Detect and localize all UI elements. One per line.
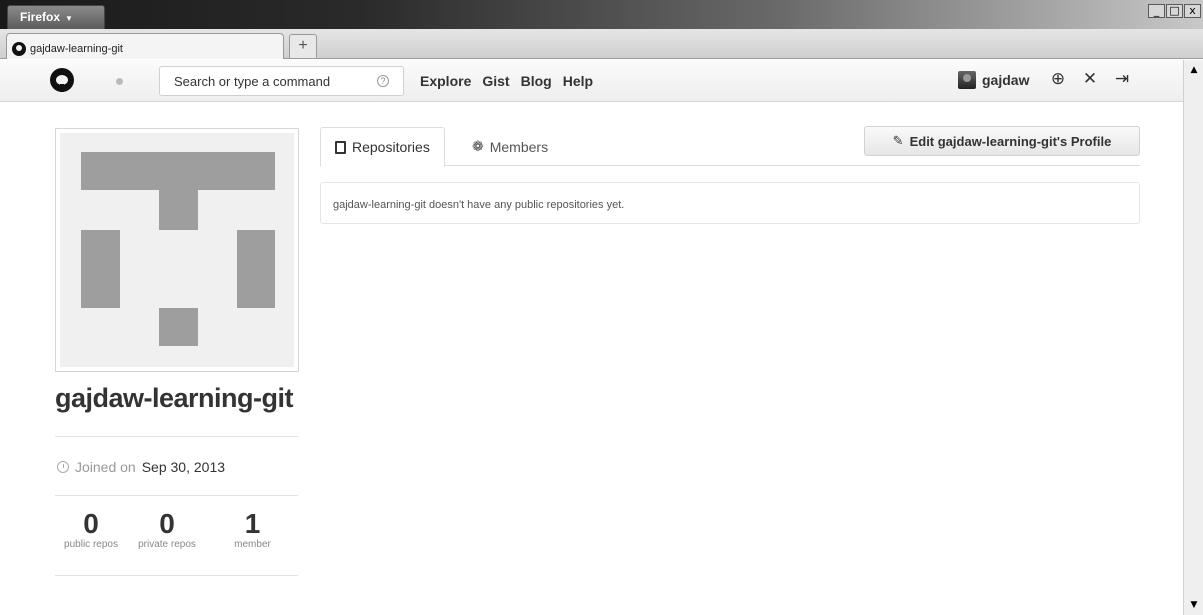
stats: 0 public repos 0 private repos 1 member (55, 508, 298, 551)
chevron-down-icon: ▼ (65, 14, 73, 23)
maximize-button[interactable]: □ (1166, 4, 1183, 18)
sign-out-icon[interactable]: ⇥ (1113, 69, 1131, 89)
book-icon (335, 140, 346, 154)
tab-label: Repositories (352, 139, 430, 155)
stat-public-repos[interactable]: 0 public repos (55, 508, 127, 551)
stat-value: 0 (159, 508, 175, 539)
tab-strip: gajdaw-learning-git + (0, 29, 1203, 59)
minimize-button[interactable]: _ (1148, 4, 1165, 18)
github-favicon-icon (12, 42, 26, 56)
joined-date: Sep 30, 2013 (141, 459, 226, 475)
user-menu[interactable]: gajdaw (958, 71, 1029, 89)
window-controls: _ □ x (1148, 4, 1201, 18)
pencil-icon: ✎ (892, 133, 904, 149)
search-input[interactable] (161, 68, 361, 94)
user-avatar (958, 71, 976, 89)
divider (55, 436, 298, 437)
edit-profile-label: Edit gajdaw-learning-git's Profile (909, 133, 1112, 149)
search-box: ? (159, 66, 404, 96)
close-window-button[interactable]: x (1184, 4, 1201, 18)
tab-label: Members (489, 138, 549, 155)
site-header: ? Explore Gist Blog Help gajdaw ⊕ ✕ ⇥ (0, 60, 1183, 102)
scroll-up-icon[interactable]: ▲ (1186, 62, 1202, 78)
window-titlebar: Firefox ▼ _ □ x (0, 0, 1203, 29)
stat-label: member (234, 539, 271, 550)
identicon-image (60, 133, 294, 367)
settings-icon[interactable]: ✕ (1081, 69, 1099, 89)
stat-members[interactable]: 1 member (207, 508, 298, 551)
edit-profile-button[interactable]: ✎ Edit gajdaw-learning-git's Profile (864, 126, 1140, 156)
nav-help[interactable]: Help (563, 73, 593, 89)
browser-tab[interactable]: gajdaw-learning-git (6, 33, 284, 59)
tab-repositories[interactable]: Repositories (320, 127, 445, 167)
firefox-menu-label: Firefox (20, 10, 61, 24)
nav-explore[interactable]: Explore (420, 73, 471, 89)
empty-repos-message: gajdaw-learning-git doesn't have any pub… (320, 182, 1140, 224)
joined-info: Joined on Sep 30, 2013 (57, 459, 225, 475)
divider (55, 575, 298, 576)
stat-label: private repos (138, 539, 196, 550)
search-help-icon[interactable]: ? (377, 75, 389, 87)
firefox-menu-button[interactable]: Firefox ▼ (7, 5, 105, 29)
tab-members[interactable]: ❁ Members (458, 127, 562, 166)
stat-label: public repos (64, 539, 118, 550)
stat-value: 1 (244, 508, 261, 539)
browser-tab-title: gajdaw-learning-git (30, 43, 123, 55)
github-logo-icon[interactable] (50, 68, 74, 92)
top-nav: Explore Gist Blog Help (420, 73, 593, 89)
divider (55, 495, 298, 496)
notification-dot-icon[interactable] (116, 78, 123, 85)
header-actions: ⊕ ✕ ⇥ (1049, 69, 1131, 89)
vertical-scrollbar[interactable]: ▲ ▼ (1183, 60, 1203, 615)
username: gajdaw (982, 72, 1030, 88)
clock-icon (57, 461, 69, 473)
nav-gist[interactable]: Gist (482, 73, 509, 89)
nav-blog[interactable]: Blog (521, 73, 552, 89)
org-name: gajdaw-learning-git (55, 383, 294, 413)
new-tab-button[interactable]: + (289, 34, 317, 58)
organization-icon: ❁ (472, 138, 484, 155)
stat-value: 0 (83, 508, 99, 539)
org-avatar (55, 128, 299, 372)
joined-label: Joined on (75, 459, 136, 475)
stat-private-repos[interactable]: 0 private repos (127, 508, 207, 551)
create-repo-icon[interactable]: ⊕ (1049, 69, 1067, 89)
scroll-down-icon[interactable]: ▼ (1186, 597, 1202, 613)
